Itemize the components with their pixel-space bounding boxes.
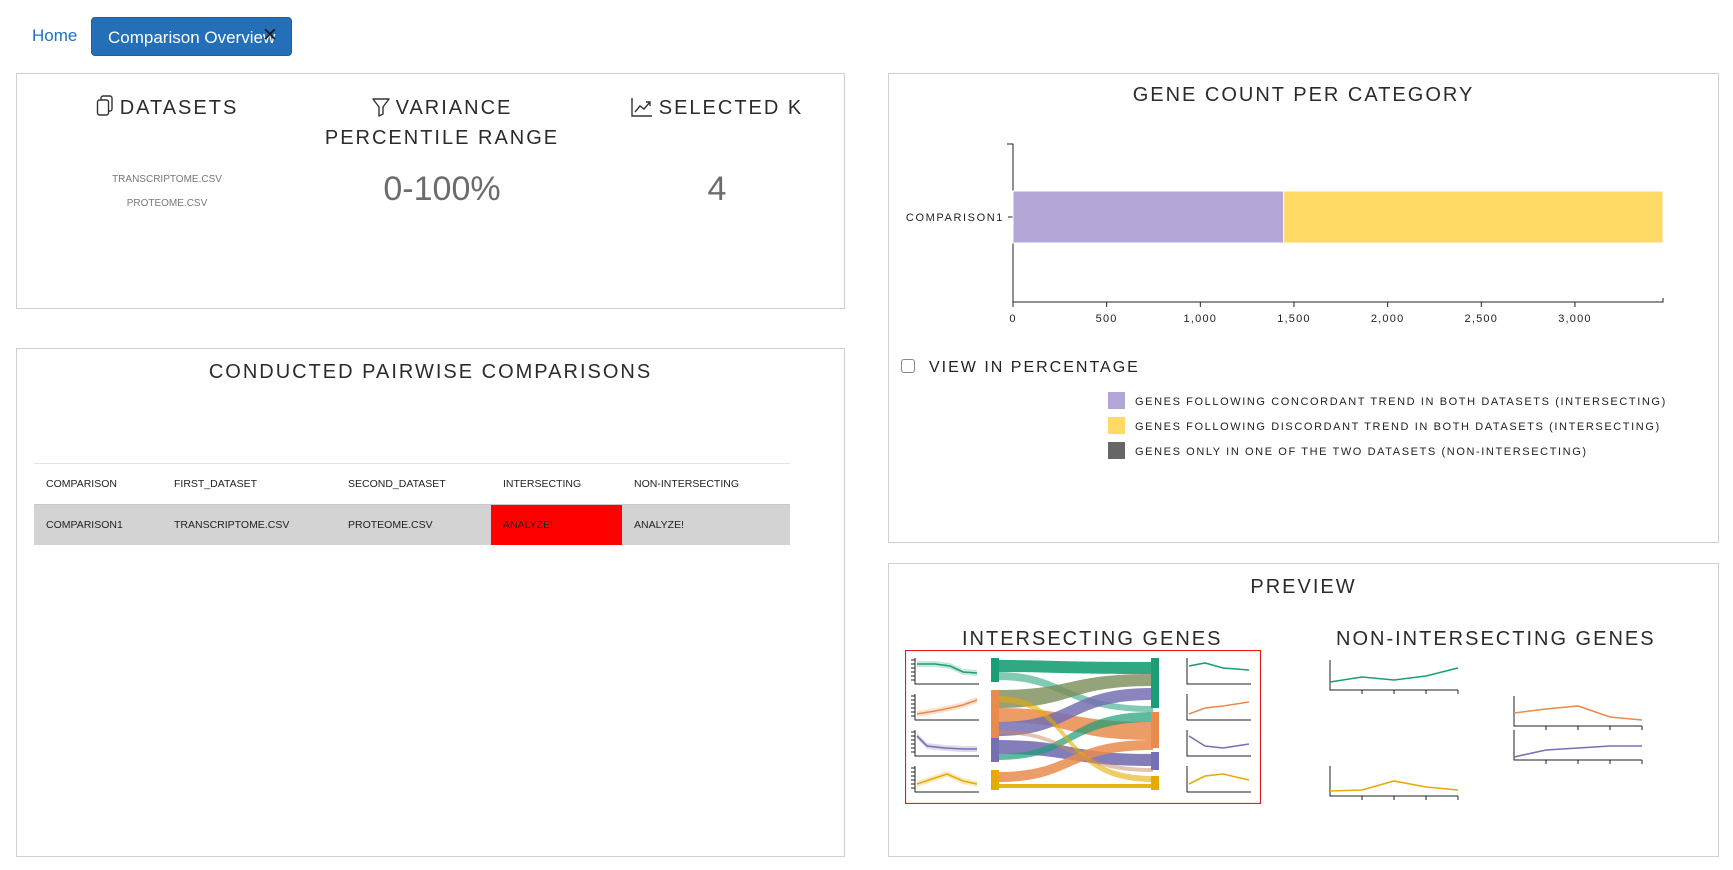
sankey-node (1151, 752, 1159, 770)
variance-label-line2: PERCENTILE RANGE (324, 127, 560, 149)
bar-segment (1283, 190, 1664, 244)
x-tick-label: 500 (1096, 313, 1118, 325)
comparisons-table: COMPARISON FIRST_DATASET SECOND_DATASET … (34, 463, 790, 545)
cluster-line (1329, 667, 1459, 683)
second-dataset-cell: PROTEOME.CSV (336, 504, 491, 545)
sankey-node (1151, 712, 1159, 748)
cluster-line (1513, 705, 1643, 721)
sankey-node (991, 658, 999, 682)
cluster-line (1329, 780, 1459, 792)
analyze-intersecting-button[interactable]: ANALYZE! (491, 504, 622, 545)
dataset-item: PROTEOME.CSV (126, 198, 208, 209)
datasets-label: DATASETS (119, 97, 239, 119)
filter-icon (371, 98, 390, 117)
chart-line-icon (631, 98, 652, 117)
column-header: INTERSECTING (491, 463, 622, 505)
selected-k-heading: SELECTED K (597, 93, 837, 123)
preview-panel: PREVIEW INTERSECTING GENES NON-INTERSECT… (888, 563, 1719, 857)
sankey-node (1151, 658, 1159, 708)
datasets-heading: DATASETS (57, 93, 277, 123)
bar-segment (1012, 190, 1285, 244)
x-tick-label: 3,000 (1558, 313, 1592, 325)
comparison-cell: COMPARISON1 (34, 504, 162, 545)
gene-count-title: GENE COUNT PER CATEGORY (1132, 84, 1475, 106)
table-row: COMPARISON1 TRANSCRIPTOME.CSV PROTEOME.C… (34, 504, 790, 545)
selected-k-value: 4 (707, 170, 727, 208)
cluster-line (1513, 745, 1642, 758)
view-percentage-checkbox[interactable] (901, 359, 915, 373)
gene-count-chart: 0 500 1,000 1,500 2,000 2,500 3,000 COMPARISON1 (906, 143, 1664, 325)
sankey-flow (997, 660, 1153, 674)
axis-stub (1329, 660, 1643, 800)
comparisons-panel: CONDUCTED PAIRWISE COMPARISONS COMPARISO… (16, 348, 845, 857)
legend-label: GENES FOLLOWING CONCORDANT TREND IN BOTH… (1135, 396, 1667, 408)
table-header-row: COMPARISON FIRST_DATASET SECOND_DATASET … (34, 463, 790, 505)
x-tick-label: 1,500 (1277, 313, 1311, 325)
tab-label: Comparison Overview (108, 28, 276, 47)
intersecting-genes-title: INTERSECTING GENES (962, 628, 1223, 650)
x-tick-label: 0 (1009, 313, 1016, 325)
sankey-node (1151, 776, 1159, 790)
close-icon[interactable]: ✕ (262, 26, 278, 46)
variance-heading: VARIANCE PERCENTILE RANGE (307, 93, 577, 153)
column-header: COMPARISON (34, 463, 162, 505)
intersecting-genes-preview[interactable] (905, 650, 1261, 804)
variance-label-line1: VARIANCE (395, 97, 513, 119)
non-intersecting-genes-title: NON-INTERSECTING GENES (1336, 628, 1656, 650)
view-percentage-label: VIEW IN PERCENTAGE (929, 359, 1140, 376)
legend-swatch (1108, 442, 1125, 459)
column-header: SECOND_DATASET (336, 463, 491, 505)
x-tick-label: 2,000 (1371, 313, 1405, 325)
sankey-node (991, 738, 999, 762)
x-tick-label: 2,500 (1465, 313, 1499, 325)
datasets-list: TRANSCRIPTOME.CSV PROTEOME.CSV (57, 168, 277, 216)
legend-label: GENES FOLLOWING DISCORDANT TREND IN BOTH… (1135, 421, 1661, 433)
analyze-non-intersecting-button[interactable]: ANALYZE! (622, 504, 790, 545)
copy-icon (96, 95, 113, 116)
sankey-flow (997, 784, 1153, 788)
tab-home[interactable]: Home (32, 26, 77, 46)
sankey-node (991, 690, 999, 738)
gene-count-panel: GENE COUNT PER CATEGORY 0 500 1,000 1,500 2,… (888, 73, 1719, 543)
preview-title: PREVIEW (1250, 576, 1357, 598)
sankey-node (991, 770, 999, 790)
y-tick-label: COMPARISON1 (906, 212, 1004, 224)
dataset-item: TRANSCRIPTOME.CSV (112, 174, 222, 185)
first-dataset-cell: TRANSCRIPTOME.CSV (162, 504, 336, 545)
legend-swatch (1108, 392, 1125, 409)
x-tick-label: 1,000 (1184, 313, 1218, 325)
comparisons-title: CONDUCTED PAIRWISE COMPARISONS (208, 361, 653, 383)
non-intersecting-genes-preview[interactable] (1318, 656, 1678, 816)
variance-value: 0-100% (383, 170, 501, 208)
column-header: FIRST_DATASET (162, 463, 336, 505)
legend-swatch (1108, 417, 1125, 434)
selected-k-label: SELECTED K (658, 97, 804, 119)
stats-panel: DATASETS TRANSCRIPTOME.CSV PROTEOME.CSV … (16, 73, 845, 309)
tab-comparison-overview[interactable]: Comparison Overview ✕ (91, 17, 292, 56)
column-header: NON-INTERSECTING (622, 463, 790, 505)
legend-label: GENES ONLY IN ONE OF THE TWO DATASETS (N… (1135, 446, 1588, 458)
